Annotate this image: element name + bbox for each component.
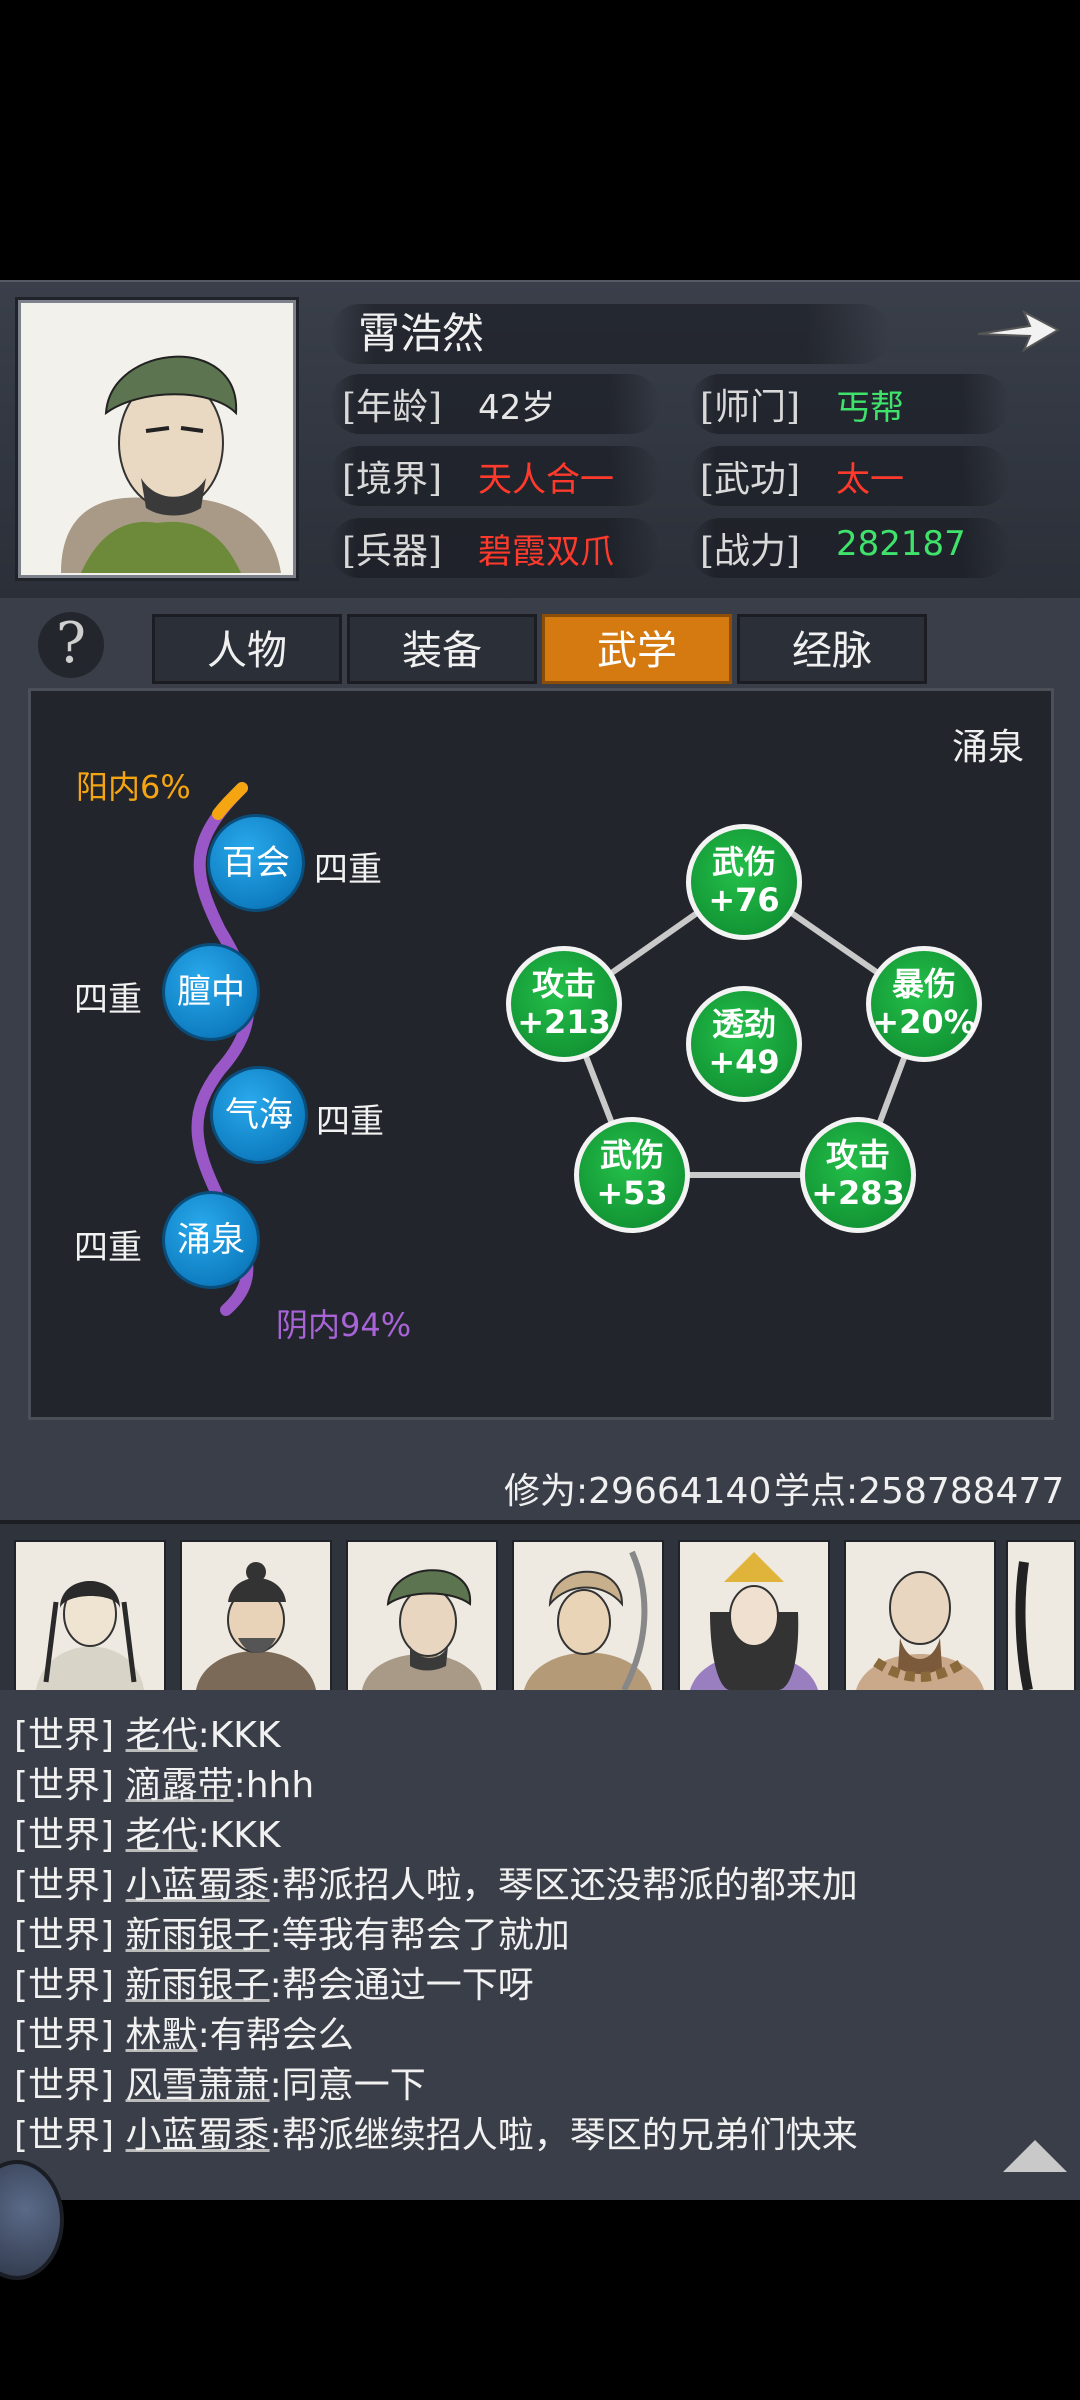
- chat-channel: [世界]: [14, 2115, 115, 2156]
- acupoint-level: 四重: [74, 980, 142, 1020]
- age-label: [年龄]: [342, 387, 443, 428]
- chat-channel: [世界]: [14, 1865, 115, 1906]
- martial-art-value: 太一: [836, 460, 904, 500]
- party-member-avatar[interactable]: [844, 1540, 996, 1692]
- bonus-name: 武伤: [711, 843, 776, 881]
- weapon-label: [兵器]: [342, 531, 443, 572]
- bonus-name: 攻击: [825, 1136, 890, 1174]
- chat-channel: [世界]: [14, 1965, 115, 2006]
- bonus-node-attack: 攻击 +213: [506, 946, 622, 1062]
- chat-line: [世界] 新雨银子:等我有帮会了就加: [14, 1906, 570, 1958]
- chat-channel: [世界]: [14, 1915, 115, 1956]
- chat-channel: [世界]: [14, 1715, 115, 1756]
- chat-line: [世界] 小蓝蜀黍:帮派招人啦，琴区还没帮派的都来加: [14, 1856, 858, 1908]
- bonus-name: 暴伤: [891, 965, 956, 1003]
- acupoint-baihui[interactable]: 百会: [207, 814, 305, 912]
- chat-scroll-up-icon[interactable]: [1003, 2140, 1067, 2172]
- help-icon[interactable]: ?: [38, 612, 104, 678]
- chat-sender[interactable]: 风雪萧萧: [126, 2065, 270, 2106]
- chat-message: :帮会通过一下呀: [269, 1965, 534, 2006]
- power-label: [战力]: [700, 531, 801, 572]
- chat-message: :有帮会么: [197, 2015, 354, 2056]
- acupoint-danzhong[interactable]: 膻中: [162, 943, 260, 1041]
- chat-sender[interactable]: 小蓝蜀黍: [126, 1865, 270, 1906]
- bonus-value: +53: [596, 1174, 668, 1212]
- acupoint-qihai[interactable]: 气海: [210, 1066, 308, 1164]
- chat-sender[interactable]: 滴露带: [126, 1765, 234, 1806]
- chat-line: [世界] 老代:KKK: [14, 1706, 281, 1758]
- next-arrow-icon[interactable]: [972, 300, 1062, 360]
- chat-sender[interactable]: 新雨银子: [126, 1965, 270, 2006]
- skill-points-value: 学点:258788477: [774, 1471, 1065, 1512]
- power-value: 282187: [836, 524, 966, 564]
- chat-line: [世界] 老代:KKK: [14, 1806, 281, 1858]
- acupoint-level: 四重: [74, 1228, 142, 1268]
- bonus-value: +76: [708, 881, 780, 919]
- party-member-avatar[interactable]: [1006, 1540, 1076, 1692]
- bonus-value: +20%: [872, 1003, 976, 1041]
- chat-message: :hhh: [233, 1765, 315, 1806]
- party-member-avatar[interactable]: [180, 1540, 332, 1692]
- bonus-name: 武伤: [599, 1136, 664, 1174]
- bonus-name: 攻击: [531, 965, 596, 1003]
- realm-label: [境界]: [342, 459, 443, 500]
- acupoint-level: 四重: [316, 1102, 384, 1142]
- bonus-node-attack: 攻击 +283: [800, 1117, 916, 1233]
- sect-label: [师门]: [700, 387, 801, 428]
- chat-channel: [世界]: [14, 2065, 115, 2106]
- tab-equipment[interactable]: 装备: [347, 614, 537, 684]
- martial-art-label: [武功]: [700, 459, 801, 500]
- party-member-avatar[interactable]: [346, 1540, 498, 1692]
- character-portrait: [18, 300, 296, 578]
- chat-sender[interactable]: 小蓝蜀黍: [126, 2115, 270, 2156]
- chat-channel: [世界]: [14, 2015, 115, 2056]
- chat-message: :等我有帮会了就加: [269, 1915, 570, 1956]
- chat-line: [世界] 新雨银子:帮会通过一下呀: [14, 1956, 534, 2008]
- tab-martial-arts[interactable]: 武学: [542, 614, 732, 684]
- bonus-value: +213: [517, 1003, 611, 1041]
- party-member-avatar[interactable]: [512, 1540, 664, 1692]
- chat-line: [世界] 林默:有帮会么: [14, 2006, 354, 2058]
- chat-channel: [世界]: [14, 1765, 115, 1806]
- bonus-node-martial-damage: 武伤 +76: [686, 824, 802, 940]
- acupoint-level: 四重: [314, 850, 382, 890]
- character-name: 霄浩然: [358, 309, 485, 358]
- age-value: 42岁: [478, 388, 556, 428]
- chat-line: [世界] 风雪萧萧:同意一下: [14, 2056, 426, 2108]
- chat-channel: [世界]: [14, 1815, 115, 1856]
- chat-message: :KKK: [197, 1815, 281, 1856]
- acupoint-yongquan[interactable]: 涌泉: [162, 1191, 260, 1289]
- chat-sender[interactable]: 林默: [126, 2015, 198, 2056]
- chat-message: :KKK: [197, 1715, 281, 1756]
- bonus-value: +49: [708, 1043, 780, 1081]
- chat-message: :帮派招人啦，琴区还没帮派的都来加: [269, 1865, 858, 1906]
- tab-meridians[interactable]: 经脉: [737, 614, 927, 684]
- chat-message: :帮派继续招人啦，琴区的兄弟们快来: [269, 2115, 858, 2156]
- bonus-value: +283: [811, 1174, 905, 1212]
- chat-sender[interactable]: 老代: [126, 1715, 198, 1756]
- yang-energy-label: 阳内6%: [76, 768, 191, 806]
- tab-character[interactable]: 人物: [152, 614, 342, 684]
- bonus-node-penetration: 透劲 +49: [686, 986, 802, 1102]
- bonus-node-crit-damage: 暴伤 +20%: [866, 946, 982, 1062]
- realm-value: 天人合一: [478, 460, 614, 500]
- chat-line: [世界] 小蓝蜀黍:帮派继续招人啦，琴区的兄弟们快来: [14, 2106, 858, 2158]
- chat-message: :同意一下: [269, 2065, 426, 2106]
- chat-line: [世界] 滴露带:hhh: [14, 1756, 314, 1808]
- cultivation-value: 修为:29664140: [504, 1471, 772, 1512]
- party-member-avatar[interactable]: [14, 1540, 166, 1692]
- chat-sender[interactable]: 新雨银子: [126, 1915, 270, 1956]
- yin-energy-label: 阴内94%: [276, 1306, 412, 1344]
- bonus-node-martial-damage: 武伤 +53: [574, 1117, 690, 1233]
- bonus-name: 透劲: [711, 1005, 776, 1043]
- party-member-avatar[interactable]: [678, 1540, 830, 1692]
- selected-acupoint-name: 涌泉: [951, 727, 1024, 768]
- sect-value: 丐帮: [836, 388, 904, 428]
- chat-sender[interactable]: 老代: [126, 1815, 198, 1856]
- weapon-value: 碧霞双爪: [478, 532, 614, 572]
- character-header: 霄浩然 [年龄] 42岁 [师门] 丐帮 [境界] 天人合一 [武功] 太一 […: [0, 280, 1080, 603]
